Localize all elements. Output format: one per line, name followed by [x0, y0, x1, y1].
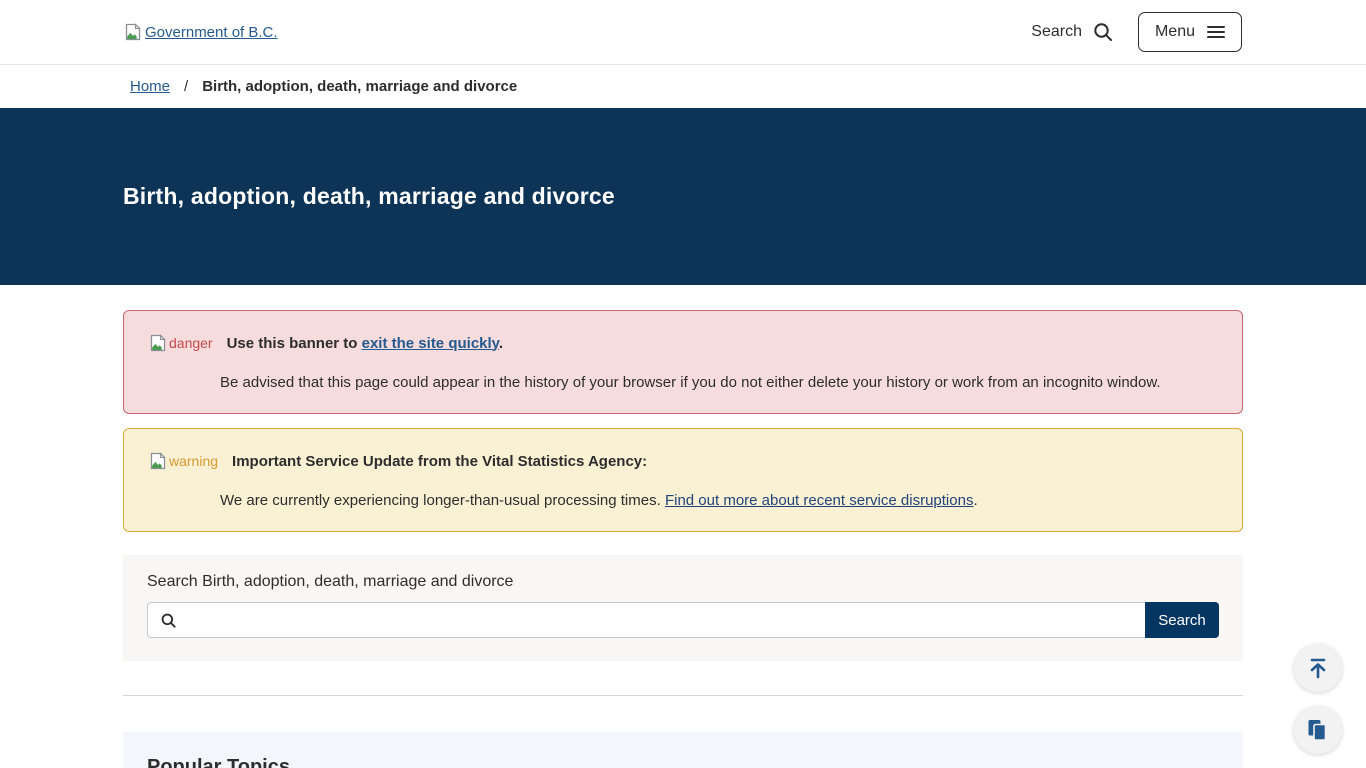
danger-icon-alt-text: danger — [169, 335, 213, 351]
warning-broken-image-icon: warning — [148, 451, 218, 471]
topic-search-panel: Search Birth, adoption, death, marriage … — [123, 555, 1243, 661]
danger-lead-suffix: . — [499, 335, 503, 352]
exit-site-link[interactable]: exit the site quickly — [362, 335, 499, 352]
danger-body-text: Be advised that this page could appear i… — [220, 374, 1218, 391]
broken-image-icon — [123, 22, 143, 42]
copy-page-button[interactable] — [1294, 706, 1342, 754]
hero-banner: Birth, adoption, death, marriage and div… — [0, 108, 1366, 285]
exit-site-alert: danger Use this banner to exit the site … — [123, 310, 1243, 414]
copy-pages-icon — [1306, 718, 1330, 742]
hamburger-icon — [1207, 25, 1225, 39]
header-search-button[interactable]: Search — [1031, 21, 1114, 43]
search-submit-button[interactable]: Search — [1145, 602, 1219, 638]
breadcrumb-home-link[interactable]: Home — [130, 78, 170, 95]
header-search-label: Search — [1031, 23, 1082, 41]
breadcrumb-separator: / — [184, 78, 188, 95]
logo-link[interactable]: Government of B.C. — [123, 22, 278, 42]
warning-lead-text: Important Service Update from the Vital … — [232, 453, 647, 470]
danger-broken-image-icon: danger — [148, 333, 213, 353]
logo-alt-text: Government of B.C. — [145, 24, 278, 41]
breadcrumb-current: Birth, adoption, death, marriage and div… — [202, 78, 517, 95]
search-input[interactable] — [185, 603, 1145, 637]
search-input-icon — [160, 612, 177, 629]
page-title: Birth, adoption, death, marriage and div… — [0, 183, 615, 210]
search-input-wrapper — [147, 602, 1145, 638]
content-divider — [123, 695, 1243, 696]
menu-label: Menu — [1155, 23, 1195, 41]
popular-topics-title: Popular Topics — [147, 756, 1219, 768]
danger-lead-text: Use this banner to — [227, 335, 358, 352]
breadcrumb: Home / Birth, adoption, death, marriage … — [0, 65, 1366, 108]
service-disruptions-link[interactable]: Find out more about recent service disru… — [665, 492, 974, 509]
service-update-alert: warning Important Service Update from th… — [123, 428, 1243, 532]
warning-body-text: We are currently experiencing longer-tha… — [220, 492, 661, 509]
site-header: Government of B.C. Search Menu — [0, 0, 1366, 65]
warning-icon-alt-text: warning — [169, 453, 218, 469]
back-to-top-button[interactable] — [1294, 644, 1342, 692]
menu-button[interactable]: Menu — [1138, 12, 1242, 52]
warning-body-suffix: . — [973, 492, 977, 509]
back-to-top-icon — [1306, 656, 1330, 680]
popular-topics-section: Popular Topics — [123, 732, 1243, 768]
search-icon — [1092, 21, 1114, 43]
search-panel-label: Search Birth, adoption, death, marriage … — [147, 573, 1219, 591]
